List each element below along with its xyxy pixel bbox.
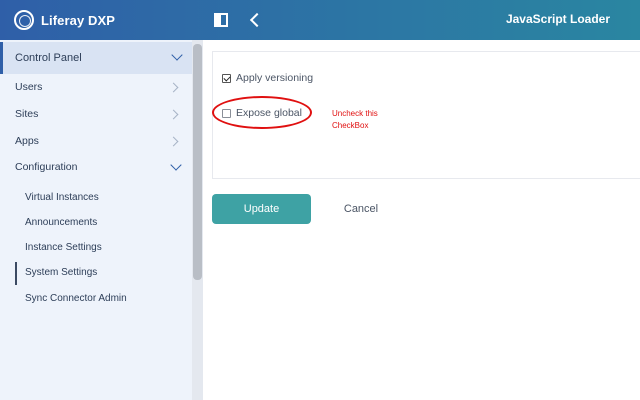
chevron-right-icon	[168, 109, 179, 120]
sidebar-subitem-sync-connector-admin[interactable]: Sync Connector Admin	[25, 293, 127, 304]
sidebar-subitem-system-settings[interactable]: System Settings	[25, 267, 97, 278]
sidebar-toggle-icon[interactable]	[214, 13, 228, 27]
annotation-ellipse	[212, 96, 312, 129]
brand[interactable]: Liferay DXP	[14, 9, 115, 31]
sidebar-item-label: Configuration	[15, 161, 78, 173]
sidebar-item-label: Apps	[15, 135, 39, 147]
sidebar-section-label: Control Panel	[15, 52, 82, 64]
sidebar-item-label: Users	[15, 81, 43, 93]
brand-name: Liferay DXP	[41, 12, 116, 28]
apply-versioning-label: Apply versioning	[236, 72, 314, 84]
liferay-logo-icon	[14, 10, 34, 30]
top-bar: Liferay DXP JavaScript Loader	[0, 0, 640, 40]
apply-versioning-option[interactable]: Apply versioning	[222, 72, 313, 84]
cancel-button[interactable]: Cancel	[330, 194, 392, 224]
sidebar-subitem-instance-settings[interactable]: Instance Settings	[25, 242, 102, 253]
annotation-text: Uncheck this CheckBox	[332, 108, 402, 132]
update-button[interactable]: Update	[212, 194, 311, 224]
apply-versioning-checkbox[interactable]	[222, 73, 231, 83]
chevron-down-icon	[170, 159, 182, 171]
sidebar: Control Panel Users Sites Apps Configura…	[0, 40, 203, 400]
sidebar-section-control-panel[interactable]: Control Panel	[0, 42, 192, 74]
back-arrow-icon[interactable]	[248, 11, 262, 29]
page-title: JavaScript Loader	[505, 12, 610, 26]
chevron-right-icon	[168, 82, 179, 93]
sidebar-subitem-virtual-instances[interactable]: Virtual Instances	[25, 192, 99, 203]
chevron-right-icon	[168, 136, 179, 147]
sidebar-item-label: Sites	[15, 108, 39, 120]
sidebar-scrollbar-thumb[interactable]	[193, 44, 202, 280]
annotation-line-2: CheckBox	[332, 121, 369, 130]
sidebar-subitem-announcements[interactable]: Announcements	[25, 217, 97, 228]
chevron-down-icon	[171, 49, 183, 61]
active-item-indicator	[15, 262, 17, 285]
annotation-line-1: Uncheck this	[332, 109, 378, 118]
